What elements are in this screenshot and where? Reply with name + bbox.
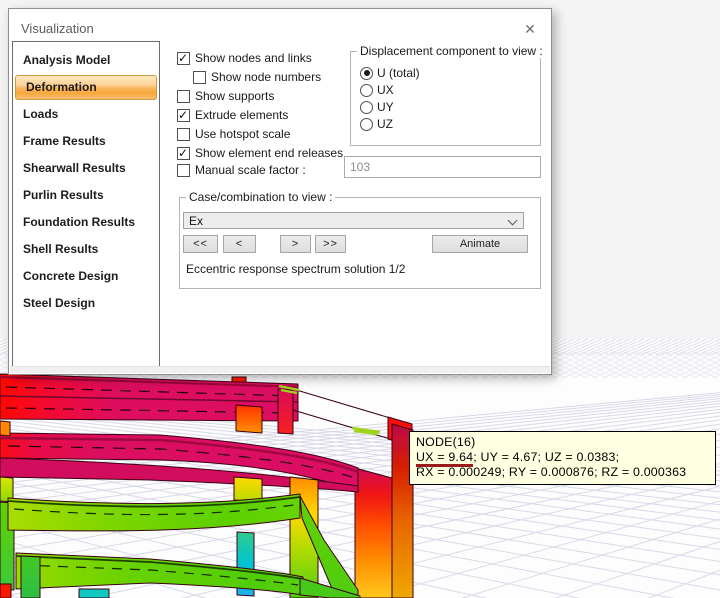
dialog-title: Visualization	[21, 21, 94, 36]
radio-row: UX	[360, 82, 394, 98]
radio-label: UX	[377, 83, 394, 97]
sidebar-item-purlin-results[interactable]: Purlin Results	[13, 182, 159, 209]
show-nodes-checkbox[interactable]	[177, 52, 190, 65]
dialog-footer	[10, 366, 550, 373]
case-groupbox: Case/combination to view : Ex << < > >> …	[179, 197, 541, 289]
sidebar-item-shearwall-results[interactable]: Shearwall Results	[13, 155, 159, 182]
u-total-radio[interactable]	[360, 67, 373, 80]
tooltip-node-title: NODE(16)	[416, 435, 709, 450]
close-icon[interactable]: ✕	[519, 19, 541, 39]
node-result-tooltip: NODE(16) UX = 9.64; UY = 4.67; UZ = 0.03…	[409, 431, 716, 485]
show-supports-checkbox[interactable]	[177, 90, 190, 103]
checkbox-row: Extrude elements	[177, 107, 288, 123]
sidebar-item-foundation-results[interactable]: Foundation Results	[13, 209, 159, 236]
column-front-left	[21, 556, 40, 598]
sidebar-item-deformation[interactable]: Deformation	[15, 75, 157, 100]
checkbox-label: Manual scale factor :	[195, 163, 306, 177]
sidebar-item-concrete-design[interactable]: Concrete Design	[13, 263, 159, 290]
checkbox-label: Show supports	[195, 89, 274, 103]
case-combo[interactable]: Ex	[183, 212, 524, 229]
sidebar-item-shell-results[interactable]: Shell Results	[13, 236, 159, 263]
column-mid-upper	[236, 405, 262, 433]
radio-label: UY	[377, 100, 394, 114]
tooltip-displacements: UX = 9.64; UY = 4.67; UZ = 0.0383;	[416, 450, 709, 465]
show-end-releases-checkbox[interactable]	[177, 147, 190, 160]
checkbox-label: Use hotspot scale	[195, 127, 290, 141]
sidebar-item-analysis-model[interactable]: Analysis Model	[13, 47, 159, 74]
sidebar-item-loads[interactable]: Loads	[13, 101, 159, 128]
checkbox-label: Show nodes and links	[195, 51, 312, 65]
checkbox-row: Manual scale factor :	[177, 162, 306, 178]
next-case-button[interactable]: >	[280, 235, 311, 253]
ux-radio[interactable]	[360, 84, 373, 97]
block-red-corner	[0, 584, 11, 598]
last-case-button[interactable]: >>	[315, 235, 346, 253]
checkbox-row: Show node numbers	[193, 69, 321, 85]
displacement-group-label: Displacement component to view :	[357, 44, 546, 58]
extrude-elements-checkbox[interactable]	[177, 109, 190, 122]
first-case-button[interactable]: <<	[183, 235, 218, 253]
uy-radio[interactable]	[360, 101, 373, 114]
screenshot-root: NODE(16) UX = 9.64; UY = 4.67; UZ = 0.03…	[0, 0, 720, 598]
column-right-front-face	[355, 468, 392, 598]
radio-label: U (total)	[377, 66, 420, 80]
tooltip-uy-uz-values: ; UY = 4.67; UZ = 0.0383;	[473, 450, 619, 464]
radio-row: U (total)	[360, 65, 420, 81]
sidebar-item-frame-results[interactable]: Frame Results	[13, 128, 159, 155]
uz-radio[interactable]	[360, 118, 373, 131]
sidebar-item-steel-design[interactable]: Steel Design	[13, 290, 159, 317]
checkbox-row: Show nodes and links	[177, 50, 312, 66]
checkbox-label: Extrude elements	[195, 108, 288, 122]
radio-row: UY	[360, 99, 394, 115]
radio-label: UZ	[377, 117, 393, 131]
checkbox-row: Show element end releases	[177, 145, 343, 161]
manual-scale-factor-checkbox[interactable]	[177, 164, 190, 177]
chevron-down-icon	[508, 216, 518, 226]
category-list: Analysis Model Deformation Loads Frame R…	[12, 41, 160, 368]
case-group-label: Case/combination to view :	[186, 190, 335, 204]
checkbox-row: Use hotspot scale	[177, 126, 290, 142]
prev-case-button[interactable]: <	[223, 235, 256, 253]
checkbox-row: Show supports	[177, 88, 274, 104]
displacement-groupbox: Displacement component to view : U (tota…	[350, 51, 541, 146]
animate-button[interactable]: Animate	[432, 235, 528, 253]
tooltip-rotations: RX = 0.000249; RY = 0.000876; RZ = 0.000…	[416, 465, 709, 480]
radio-row: UZ	[360, 116, 393, 132]
block-teal-bottom	[79, 589, 109, 598]
show-node-numbers-checkbox[interactable]	[193, 71, 206, 84]
checkbox-label: Show element end releases	[195, 146, 343, 160]
case-combo-value: Ex	[189, 214, 203, 228]
column-left-upper	[0, 421, 10, 436]
case-status-text: Eccentric response spectrum solution 1/2	[186, 262, 405, 276]
column-top-mid	[278, 389, 293, 434]
manual-scale-factor-field[interactable]: 103	[344, 156, 541, 178]
checkbox-label: Show node numbers	[211, 70, 321, 84]
visualization-dialog: Visualization ✕ Analysis Model Deformati…	[8, 8, 552, 375]
use-hotspot-scale-checkbox[interactable]	[177, 128, 190, 141]
